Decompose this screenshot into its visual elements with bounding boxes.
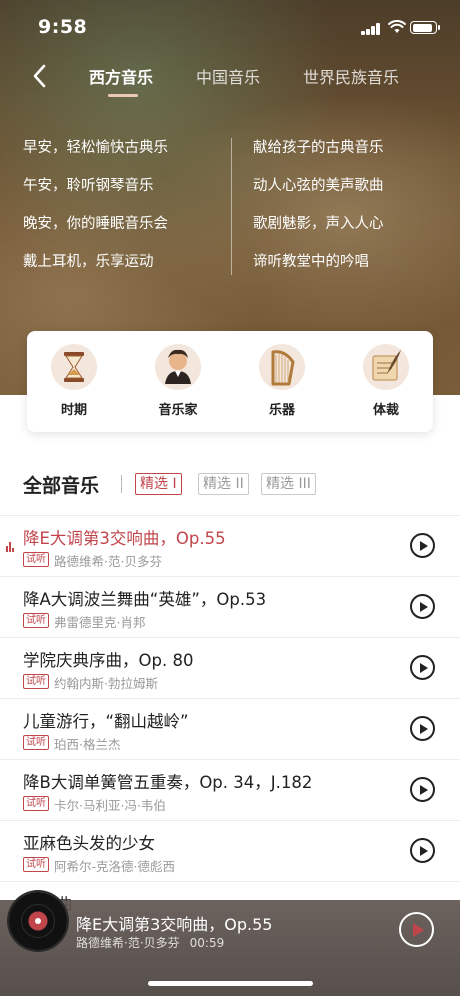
- disc-ring: [21, 904, 55, 938]
- playlist-link[interactable]: 献给孩子的古典音乐: [253, 132, 384, 170]
- wifi-icon: [388, 20, 406, 33]
- preview-badge: 试听: [23, 735, 49, 750]
- play-circle-icon[interactable]: [410, 716, 435, 741]
- tab-western-music[interactable]: 西方音乐: [89, 64, 153, 88]
- filter-divider: [121, 475, 122, 493]
- track-list: 降E大调第3交响曲，Op.55 试听 路德维希·范·贝多芬 降A大调波兰舞曲“英…: [0, 515, 460, 911]
- play-circle-icon[interactable]: [410, 594, 435, 619]
- preview-badge: 试听: [23, 796, 49, 811]
- preview-badge: 试听: [23, 613, 49, 628]
- category-composer[interactable]: 音乐家: [143, 344, 213, 418]
- track-title: 降B大调单簧管五重奏，Op. 34，J.182: [23, 773, 313, 792]
- category-instrument[interactable]: 乐器: [247, 344, 317, 418]
- filter-selected-3[interactable]: 精选 III: [261, 473, 316, 495]
- playlist-link[interactable]: 戴上耳机，乐享运动: [23, 246, 168, 284]
- playlist-link[interactable]: 晚安，你的睡眠音乐会: [23, 208, 168, 246]
- cellular-signal-icon: [361, 23, 381, 35]
- filter-selected-1[interactable]: 精选 I: [135, 473, 182, 495]
- category-period[interactable]: 时期: [39, 344, 109, 418]
- track-artist: 约翰内斯·勃拉姆斯: [54, 676, 158, 691]
- harp-icon: [259, 344, 305, 390]
- track-title: 亚麻色头发的少女: [23, 834, 155, 853]
- category-label: 音乐家: [158, 403, 198, 418]
- battery-icon: [410, 21, 440, 34]
- column-divider: [231, 138, 232, 275]
- preview-badge: 试听: [23, 674, 49, 689]
- playlist-link[interactable]: 早安，轻松愉快古典乐: [23, 132, 168, 170]
- track-title: 学院庆典序曲，Op. 80: [23, 651, 194, 670]
- track-artist: 阿希尔-克洛德·德彪西: [54, 859, 175, 874]
- status-time: 9:58: [38, 16, 88, 38]
- category-label: 时期: [60, 403, 87, 418]
- now-playing-equalizer-icon: [6, 542, 16, 552]
- playlist-link[interactable]: 午安，聆听钢琴音乐: [23, 170, 168, 208]
- playlist-link[interactable]: 歌剧魅影，声入人心: [253, 208, 384, 246]
- track-title: 儿童游行，“翻山越岭”: [23, 712, 189, 731]
- player-subtitle: 路德维希·范·贝多芬 00:59: [76, 934, 224, 951]
- playlist-link[interactable]: 动人心弦的美声歌曲: [253, 170, 384, 208]
- category-label: 乐器: [268, 403, 295, 418]
- track-row[interactable]: 学院庆典序曲，Op. 80 试听 约翰内斯·勃拉姆斯: [0, 637, 460, 698]
- category-card: 时期 音乐家 乐器 体裁: [27, 331, 433, 432]
- category-label: 体裁: [372, 403, 399, 418]
- preview-badge: 试听: [23, 552, 49, 567]
- status-bar: 9:58: [0, 0, 460, 50]
- filter-selected-2[interactable]: 精选 II: [198, 473, 249, 495]
- track-row[interactable]: 儿童游行，“翻山越岭” 试听 珀西·格兰杰: [0, 698, 460, 759]
- playlist-link[interactable]: 谛听教堂中的吟唱: [253, 246, 384, 284]
- section-title: 全部音乐: [23, 475, 100, 497]
- top-nav: 西方音乐 中国音乐 世界民族音乐: [0, 55, 460, 100]
- play-circle-icon[interactable]: [410, 655, 435, 680]
- play-circle-icon[interactable]: [410, 777, 435, 802]
- composer-bust-icon: [155, 344, 201, 390]
- track-row[interactable]: 亚麻色头发的少女 试听 阿希尔-克洛德·德彪西: [0, 820, 460, 881]
- tab-chinese-music[interactable]: 中国音乐: [196, 64, 260, 88]
- active-tab-indicator: [108, 94, 138, 97]
- track-artist: 珀西·格兰杰: [54, 737, 121, 752]
- play-circle-icon[interactable]: [410, 838, 435, 863]
- track-row[interactable]: 降B大调单簧管五重奏，Op. 34，J.182 试听 卡尔·马利亚·冯·韦伯: [0, 759, 460, 820]
- hourglass-icon: [51, 344, 97, 390]
- track-artist: 路德维希·范·贝多芬: [54, 554, 162, 569]
- track-row[interactable]: 降A大调波兰舞曲“英雄”，Op.53 试听 弗雷德里克·肖邦: [0, 576, 460, 637]
- preview-badge: 试听: [23, 857, 49, 872]
- player-track-title: 降E大调第3交响曲，Op.55: [76, 915, 273, 934]
- track-title: 降E大调第3交响曲，Op.55: [23, 529, 226, 548]
- track-row[interactable]: 降E大调第3交响曲，Op.55 试听 路德维希·范·贝多芬: [0, 515, 460, 576]
- player-duration: 00:59: [189, 936, 225, 950]
- track-artist: 卡尔·马利亚·冯·韦伯: [54, 798, 166, 813]
- track-artist: 弗雷德里克·肖邦: [54, 615, 146, 630]
- track-title: 降A大调波兰舞曲“英雄”，Op.53: [23, 590, 267, 609]
- home-indicator: [148, 981, 313, 986]
- scroll-quill-icon: [363, 344, 409, 390]
- category-genre[interactable]: 体裁: [351, 344, 421, 418]
- tab-world-ethnic-music[interactable]: 世界民族音乐: [303, 64, 399, 88]
- player-artist: 路德维希·范·贝多芬: [76, 936, 180, 950]
- player-play-button[interactable]: [399, 912, 434, 947]
- play-circle-icon[interactable]: [410, 533, 435, 558]
- back-arrow-icon[interactable]: [28, 61, 50, 91]
